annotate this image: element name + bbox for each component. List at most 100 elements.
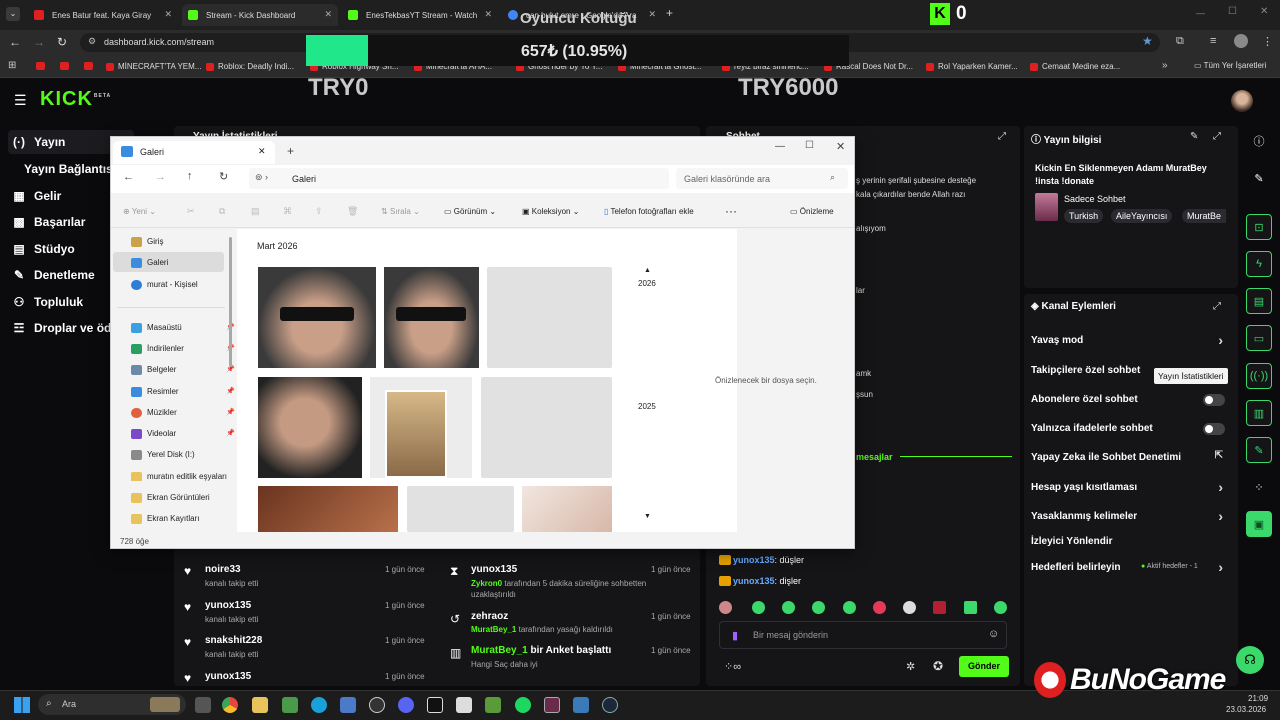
photo-thumbnail[interactable] <box>384 267 479 368</box>
new-button[interactable]: ⊕ Yeni ⌄ <box>123 207 156 216</box>
discord-icon[interactable] <box>398 697 414 713</box>
file-explorer-icon[interactable] <box>252 697 268 713</box>
youtube-bookmark-icon[interactable] <box>60 62 69 70</box>
browser-tab-kick-dashboard[interactable]: Stream - Kick Dashboard ✕ <box>182 4 338 26</box>
action-ai-moderation[interactable]: Yapay Zeka ile Sohbet Denetimi ⇱ <box>1031 450 1223 463</box>
popout-icon[interactable]: ⤢ <box>998 131 1006 142</box>
timeline-year[interactable]: 2026 <box>638 279 656 288</box>
popout-icon[interactable]: ⤢ <box>1213 301 1221 312</box>
chat-input[interactable]: ▮ Bir mesaj gönderin ☺ <box>719 621 1007 649</box>
support-icon[interactable]: ☊ <box>1236 646 1264 674</box>
browser-tab-youtube[interactable]: Enes Batur feat. Kaya Giray ✕ <box>28 4 178 26</box>
close-icon[interactable]: ✕ <box>324 9 332 20</box>
category-name[interactable]: Sadece Sohbet <box>1064 194 1126 204</box>
nav-local-disk[interactable]: Yerel Disk (I:) <box>131 450 195 460</box>
capcut-icon[interactable] <box>427 697 443 713</box>
media-control-icon[interactable]: ≡ <box>1210 35 1216 47</box>
feed-username[interactable]: yunox135 <box>205 600 251 611</box>
youtube-bookmark-icon[interactable] <box>84 62 93 70</box>
photo-thumbnail[interactable] <box>522 486 612 532</box>
sort-button[interactable]: ⇅ Sırala ⌄ <box>381 207 420 216</box>
emote-icon[interactable] <box>812 601 825 614</box>
nav-screenshots[interactable]: Ekran Görüntüleri <box>131 493 210 503</box>
close-icon[interactable]: ✕ <box>484 9 492 20</box>
feed-username[interactable]: yunox135 <box>471 564 517 575</box>
nav-music[interactable]: Müzikler 📌 <box>131 408 235 418</box>
spotify-icon[interactable] <box>515 697 531 713</box>
tag-chip[interactable]: Turkish <box>1064 209 1104 223</box>
emote-icon[interactable] <box>782 601 795 614</box>
mic-icon[interactable]: ▮ <box>732 629 738 642</box>
emote-icon[interactable] <box>964 601 977 614</box>
gallery-search-input[interactable]: Galeri klasöründe ara ⌕ <box>676 168 848 189</box>
gift-icon[interactable]: ✪ <box>933 659 943 673</box>
emote-icon[interactable] <box>933 601 946 614</box>
rename-icon[interactable]: ⌘ <box>283 206 292 217</box>
timeline-down-icon[interactable]: ▼ <box>644 513 651 520</box>
roblox-icon[interactable] <box>456 697 472 713</box>
site-info-icon[interactable]: ⚙ <box>88 36 96 47</box>
wrench-button[interactable]: ✎ <box>1246 437 1272 463</box>
window-maximize-icon[interactable]: ☐ <box>1228 6 1237 17</box>
app-icon[interactable] <box>282 697 298 713</box>
kick-logo[interactable]: KICKBETA <box>40 88 111 111</box>
flash-button[interactable]: ϟ <box>1246 251 1272 277</box>
tag-chip[interactable]: MuratBe <box>1182 209 1226 223</box>
feed-username[interactable]: yunox135 <box>205 671 251 682</box>
photo-placeholder[interactable] <box>481 377 612 478</box>
edge-icon[interactable] <box>311 697 327 713</box>
active-app-icon[interactable] <box>544 697 560 713</box>
window-minimize-icon[interactable]: — <box>1196 8 1205 18</box>
emote-icon[interactable] <box>873 601 886 614</box>
nav-pictures[interactable]: Resimler 📌 <box>131 387 235 397</box>
stream-stats-button[interactable]: ((·)) <box>1246 363 1272 389</box>
feed-username[interactable]: zehraoz <box>471 611 508 622</box>
nav-scrollbar[interactable] <box>229 237 232 367</box>
timeline-year[interactable]: 2025 <box>638 402 656 411</box>
nav-home[interactable]: Giriş <box>131 237 163 247</box>
popout-icon[interactable]: ⤢ <box>1213 131 1221 142</box>
feed-username[interactable]: noire33 <box>205 564 241 575</box>
reload-icon[interactable]: ↻ <box>57 35 67 49</box>
view-button[interactable]: ▭ Görünüm ⌄ <box>444 207 496 216</box>
bookmark-item[interactable]: MİNECRAFT'TA YEM... <box>106 62 201 71</box>
close-icon[interactable]: ✕ <box>164 9 172 20</box>
nav-folder-edit[interactable]: muratın editlik eşyaları <box>131 472 241 481</box>
settings-icon[interactable]: ✲ <box>906 660 915 673</box>
delete-icon[interactable]: 🗑 <box>347 206 358 217</box>
feed-actor[interactable]: Zykron0 <box>471 579 502 588</box>
chat-username[interactable]: yunox135 <box>733 576 775 586</box>
nav-downloads[interactable]: İndirilenler📌 <box>131 344 235 354</box>
search-icon[interactable]: ⌕ <box>830 172 835 183</box>
address-box[interactable]: ⊚ › Galeri <box>249 168 669 189</box>
photo-thumbnail[interactable] <box>370 377 472 478</box>
chat-users-icon[interactable]: ⁘∞ <box>724 660 741 673</box>
forward-icon[interactable]: → <box>33 35 45 49</box>
youtube-bookmark-icon[interactable] <box>36 62 45 70</box>
bookmark-item[interactable]: Rol Yaparken Kamer... <box>926 62 1018 71</box>
preview-toggle[interactable]: ▭ Önizleme <box>790 207 834 216</box>
close-tab-icon[interactable]: ✕ <box>258 146 266 157</box>
game-button[interactable]: ▣ <box>1246 511 1272 537</box>
bookmark-item[interactable]: Cemaat Medine eza... <box>1030 62 1120 71</box>
action-account-age[interactable]: Hesap yaşı kısıtlaması › <box>1031 479 1223 495</box>
close-icon[interactable]: ✕ <box>836 140 845 153</box>
profile-avatar[interactable] <box>1234 34 1248 48</box>
chat-username[interactable]: yunox135 <box>733 555 775 565</box>
photo-thumbnail[interactable] <box>258 267 376 368</box>
layers-button[interactable]: ▥ <box>1246 400 1272 426</box>
copy-icon[interactable]: ⧉ <box>219 206 225 217</box>
obs-icon[interactable] <box>369 697 385 713</box>
extensions-icon[interactable]: ⧉ <box>1176 35 1184 48</box>
user-avatar[interactable] <box>1231 90 1253 112</box>
bookmark-item[interactable]: Roblox: Deadly Indi... <box>206 62 294 71</box>
bookmark-star-icon[interactable]: ★ <box>1142 34 1153 48</box>
maximize-icon[interactable]: ☐ <box>805 140 814 151</box>
cut-icon[interactable]: ✂ <box>187 206 195 217</box>
photo-thumbnail[interactable] <box>258 377 362 478</box>
up-icon[interactable]: ↑ <box>187 170 193 182</box>
all-bookmarks[interactable]: ▭ Tüm Yer İşaretleri <box>1194 61 1266 70</box>
minimize-icon[interactable]: — <box>775 141 785 152</box>
nav-screen-recordings[interactable]: Ekran Kayıtları <box>131 514 199 524</box>
taskbar-search[interactable]: ⌕ Ara <box>38 694 186 715</box>
